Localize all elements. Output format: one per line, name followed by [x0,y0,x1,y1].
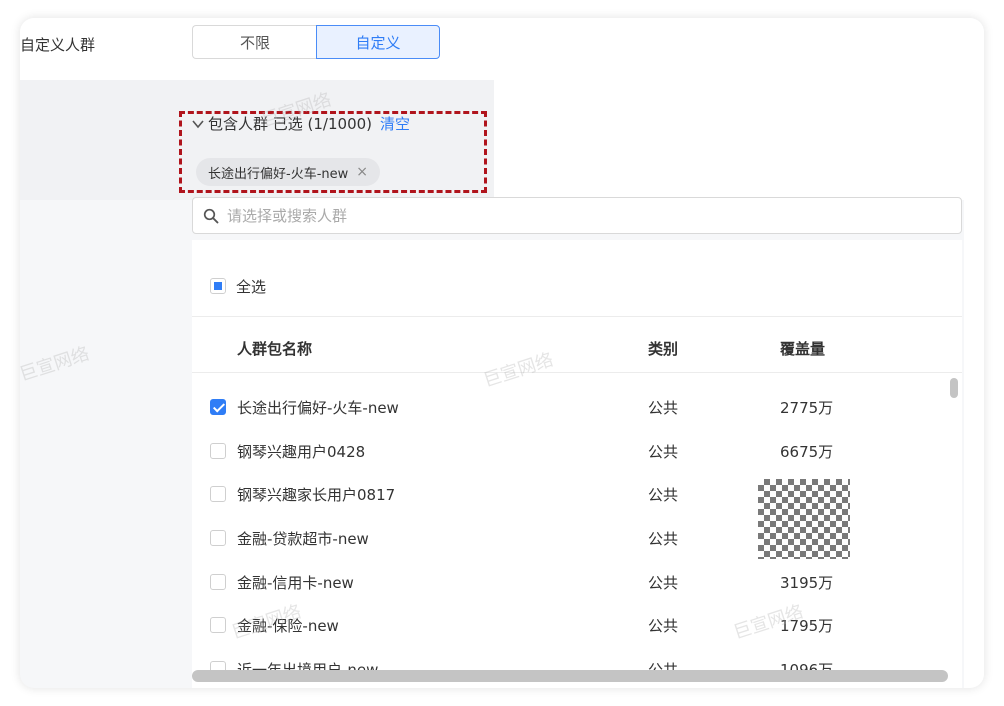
select-all-checkbox[interactable] [210,278,226,294]
row-category: 公共 [648,574,679,592]
table-row[interactable]: 金融-保险-new 公共 1795万 [192,604,962,648]
column-header-coverage: 覆盖量 [780,340,826,358]
divider [192,316,962,317]
main-panel: 自定义人群 不限 自定义 包含人群 已选 (1/1000) 清空 长途出行偏好-… [20,18,984,688]
search-icon [203,208,219,223]
row-name: 钢琴兴趣家长用户0817 [237,486,396,504]
search-input[interactable] [225,205,929,226]
vertical-scrollbar[interactable] [950,378,958,398]
row-checkbox[interactable] [210,530,226,546]
select-all-label: 全选 [236,278,267,296]
option-custom-button[interactable]: 自定义 [316,25,440,59]
option-unlimited-button[interactable]: 不限 [192,25,317,59]
divider [192,372,962,373]
horizontal-scrollbar[interactable] [192,670,948,682]
row-checkbox[interactable] [210,399,226,415]
audience-search-box[interactable] [192,197,962,234]
audience-list-panel: 全选 人群包名称 类别 覆盖量 长途出行偏好-火车-new 公共 2775万 钢… [192,240,962,688]
row-category: 公共 [648,486,679,504]
table-row[interactable]: 金融-信用卡-new 公共 3195万 [192,561,962,605]
table-row[interactable]: 长途出行偏好-火车-new 公共 2775万 [192,386,962,430]
table-row[interactable]: 金融-贷款超市-new 公共 [192,517,962,561]
row-category: 公共 [648,443,679,461]
row-coverage: 1795万 [780,617,834,635]
row-checkbox[interactable] [210,574,226,590]
row-name: 长途出行偏好-火车-new [237,399,399,417]
row-checkbox[interactable] [210,443,226,459]
table-row[interactable]: 钢琴兴趣家长用户0817 公共 [192,473,962,559]
row-category: 公共 [648,530,679,548]
right-margin [964,50,984,688]
column-header-category: 类别 [648,340,679,358]
column-header-name: 人群包名称 [237,340,313,358]
highlight-annotation-box [179,111,487,193]
table-row[interactable]: 近一年出境用户-new 公共 1096万 [192,648,962,688]
row-coverage: 2775万 [780,399,834,417]
row-coverage: 6675万 [780,443,834,461]
row-name: 金融-保险-new [237,617,339,635]
row-name: 金融-贷款超市-new [237,530,369,548]
row-category: 公共 [648,617,679,635]
row-name: 钢琴兴趣用户0428 [237,443,366,461]
row-category: 公共 [648,399,679,417]
row-checkbox[interactable] [210,486,226,502]
row-coverage: 3195万 [780,574,834,592]
content-background [494,50,964,200]
table-row[interactable]: 钢琴兴趣用户0428 公共 6675万 [192,430,962,474]
custom-audience-label: 自定义人群 [20,36,96,54]
watermark: 巨宣网络 [20,343,92,386]
row-checkbox[interactable] [210,617,226,633]
row-name: 金融-信用卡-new [237,574,354,592]
